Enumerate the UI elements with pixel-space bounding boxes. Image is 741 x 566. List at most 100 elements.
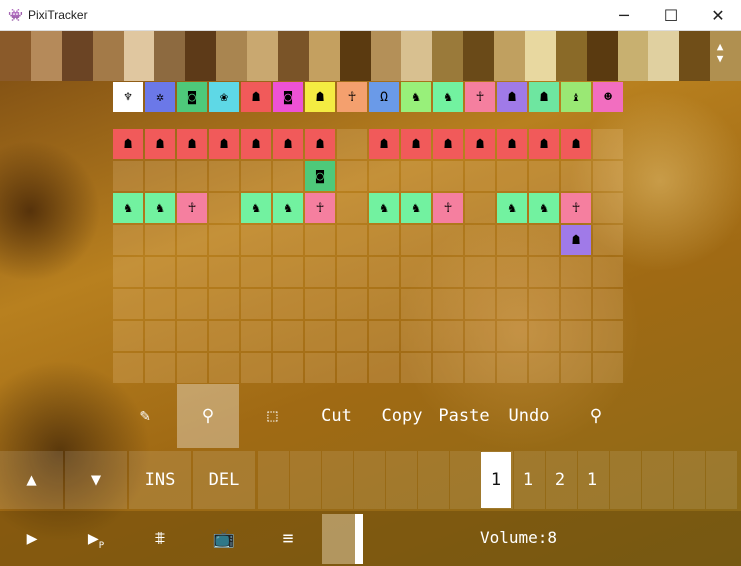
note-cell[interactable]: ☥ bbox=[561, 193, 591, 223]
pattern-number[interactable]: 1 bbox=[577, 451, 607, 509]
grid-cell[interactable] bbox=[113, 353, 143, 383]
grid-cell[interactable] bbox=[369, 161, 399, 191]
grid-cell[interactable] bbox=[497, 321, 527, 351]
pattern-slot[interactable] bbox=[322, 451, 353, 509]
instrument-button[interactable]: Ω bbox=[369, 82, 399, 112]
note-cell[interactable]: ☥ bbox=[433, 193, 463, 223]
grid-cell[interactable] bbox=[369, 353, 399, 383]
grid-cell[interactable] bbox=[433, 353, 463, 383]
tempo-slider-track[interactable] bbox=[322, 514, 355, 564]
copy-button[interactable]: Copy bbox=[374, 384, 430, 448]
grid-cell[interactable] bbox=[113, 321, 143, 351]
grid-cell[interactable] bbox=[433, 161, 463, 191]
grid-cell[interactable] bbox=[145, 321, 175, 351]
note-cell[interactable]: ☗ bbox=[273, 129, 303, 159]
pattern-number[interactable]: 2 bbox=[545, 451, 575, 509]
grid-cell[interactable] bbox=[337, 161, 367, 191]
grid-cell[interactable] bbox=[433, 257, 463, 287]
pattern-slot[interactable] bbox=[290, 451, 321, 509]
grid-cell[interactable] bbox=[369, 321, 399, 351]
grid-cell[interactable] bbox=[241, 161, 271, 191]
grid-cell[interactable] bbox=[529, 257, 559, 287]
move-down-button[interactable]: ▼ bbox=[65, 451, 127, 509]
grid-cell[interactable] bbox=[369, 289, 399, 319]
pattern-slot[interactable] bbox=[674, 451, 705, 509]
menu-icon[interactable]: ≡ bbox=[268, 511, 308, 566]
paste-button[interactable]: Paste bbox=[432, 384, 496, 448]
grid-cell[interactable] bbox=[209, 161, 239, 191]
grid-cell[interactable] bbox=[401, 225, 431, 255]
grid-cell[interactable] bbox=[177, 257, 207, 287]
grid-cell[interactable] bbox=[209, 353, 239, 383]
note-cell[interactable]: ☗ bbox=[369, 129, 399, 159]
grid-cell[interactable] bbox=[401, 353, 431, 383]
note-cell[interactable]: ◙ bbox=[305, 161, 335, 191]
grid-cell[interactable] bbox=[369, 257, 399, 287]
pattern-slot[interactable] bbox=[450, 451, 481, 509]
undo-button[interactable]: Undo bbox=[502, 384, 556, 448]
grid-cell[interactable] bbox=[241, 289, 271, 319]
grid-cell[interactable] bbox=[145, 353, 175, 383]
play-pattern-icon[interactable]: ▶ P bbox=[76, 511, 116, 566]
note-cell[interactable]: ☗ bbox=[561, 129, 591, 159]
grid-cell[interactable] bbox=[113, 257, 143, 287]
grid-cell[interactable] bbox=[273, 161, 303, 191]
grid-cell[interactable] bbox=[593, 257, 623, 287]
move-up-button[interactable]: ▲ bbox=[0, 451, 63, 509]
grid-cell[interactable] bbox=[465, 161, 495, 191]
grid-cell[interactable] bbox=[113, 289, 143, 319]
note-cell[interactable]: ♞ bbox=[113, 193, 143, 223]
pattern-slot[interactable] bbox=[386, 451, 417, 509]
note-cell[interactable]: ☗ bbox=[305, 129, 335, 159]
grid-cell[interactable] bbox=[561, 353, 591, 383]
delete-button[interactable]: DEL bbox=[193, 451, 255, 509]
note-cell[interactable]: ☗ bbox=[497, 129, 527, 159]
grid-cell[interactable] bbox=[273, 225, 303, 255]
pattern-number[interactable]: 1 bbox=[513, 451, 543, 509]
grid-cell[interactable] bbox=[593, 225, 623, 255]
note-cell[interactable]: ♞ bbox=[241, 193, 271, 223]
grid-cell[interactable] bbox=[305, 225, 335, 255]
instrument-button[interactable]: ♞ bbox=[401, 82, 431, 112]
grid-cell[interactable] bbox=[497, 225, 527, 255]
instrument-button[interactable]: ☗ bbox=[497, 82, 527, 112]
grid-cell[interactable] bbox=[113, 161, 143, 191]
tempo-slider-handle[interactable] bbox=[355, 514, 363, 564]
grid-cell[interactable] bbox=[465, 193, 495, 223]
grid-cell[interactable] bbox=[561, 161, 591, 191]
grid-cell[interactable] bbox=[529, 161, 559, 191]
maximize-button[interactable]: ☐ bbox=[648, 0, 694, 30]
grid-cell[interactable] bbox=[401, 161, 431, 191]
pattern-number[interactable]: 1 bbox=[481, 452, 511, 508]
note-cell[interactable]: ☗ bbox=[433, 129, 463, 159]
grid-cell[interactable] bbox=[241, 353, 271, 383]
note-cell[interactable]: ☗ bbox=[241, 129, 271, 159]
grid-cell[interactable] bbox=[305, 289, 335, 319]
grid-cell[interactable] bbox=[145, 161, 175, 191]
insert-button[interactable]: INS bbox=[129, 451, 191, 509]
instrument-button[interactable]: ☗ bbox=[529, 82, 559, 112]
grid-cell[interactable] bbox=[593, 129, 623, 159]
tv-icon[interactable]: 📺 bbox=[204, 511, 244, 566]
grid-cell[interactable] bbox=[273, 257, 303, 287]
pattern-slot[interactable] bbox=[258, 451, 289, 509]
minimize-button[interactable]: ─ bbox=[601, 0, 647, 30]
grid-cell[interactable] bbox=[433, 321, 463, 351]
grid-cell[interactable] bbox=[305, 257, 335, 287]
grid-cell[interactable] bbox=[593, 193, 623, 223]
pattern-slot[interactable] bbox=[354, 451, 385, 509]
grid-cell[interactable] bbox=[465, 353, 495, 383]
instrument-button[interactable]: ♆ bbox=[113, 82, 143, 112]
grid-cell[interactable] bbox=[337, 129, 367, 159]
grid-cell[interactable] bbox=[497, 353, 527, 383]
grid-cell[interactable] bbox=[337, 353, 367, 383]
grid-cell[interactable] bbox=[145, 257, 175, 287]
grid-cell[interactable] bbox=[337, 321, 367, 351]
grid-cell[interactable] bbox=[593, 321, 623, 351]
zoom-icon[interactable]: ⚲ bbox=[576, 384, 616, 448]
note-cell[interactable]: ♞ bbox=[369, 193, 399, 223]
grid-cell[interactable] bbox=[497, 161, 527, 191]
grid-cell[interactable] bbox=[529, 321, 559, 351]
grid-cell[interactable] bbox=[209, 193, 239, 223]
note-cell[interactable]: ☥ bbox=[177, 193, 207, 223]
